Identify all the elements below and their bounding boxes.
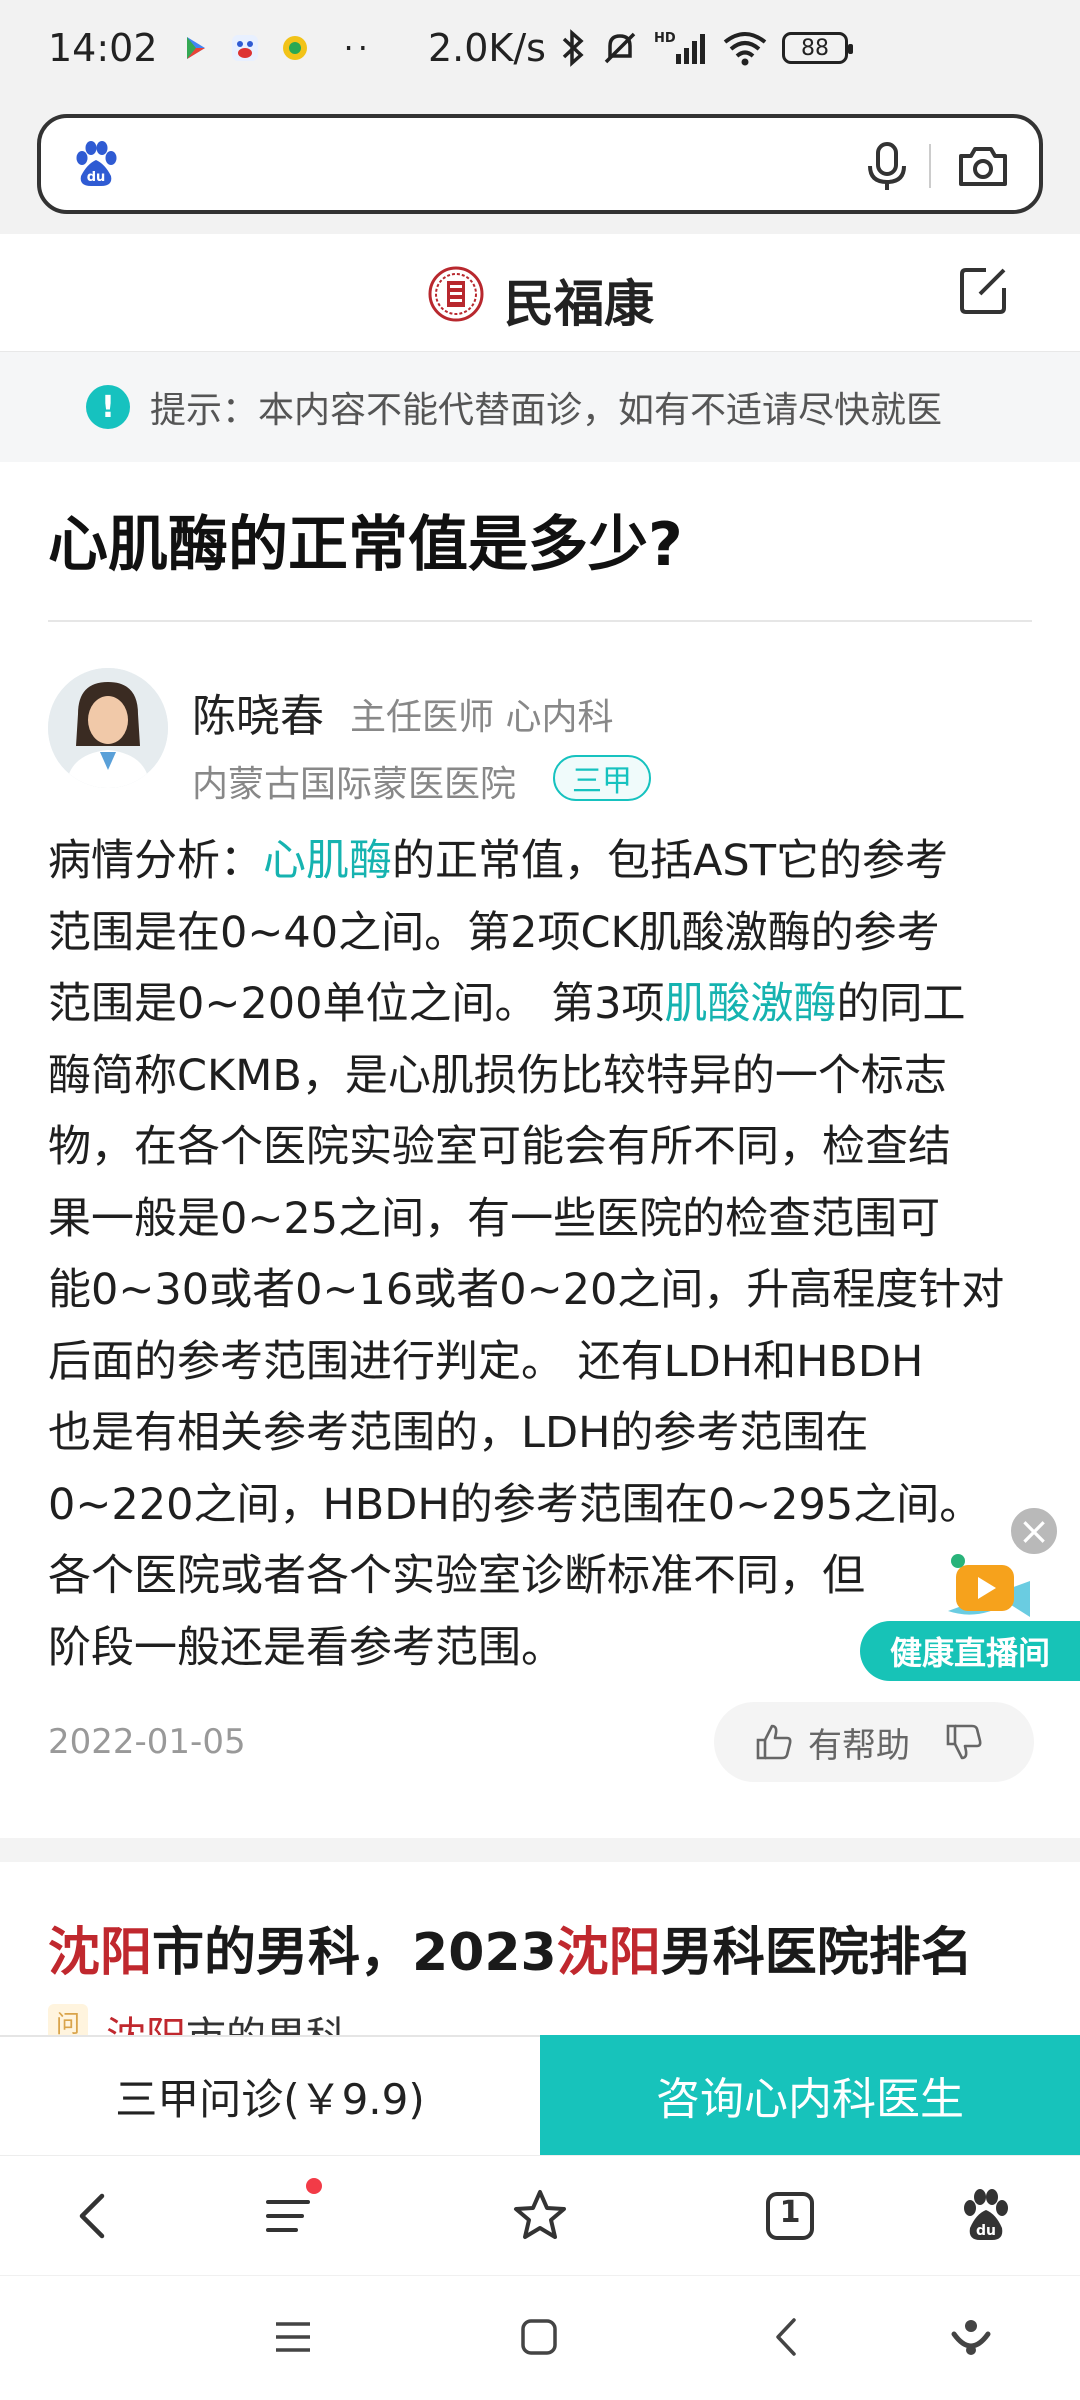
search-bar-area: du (0, 96, 1080, 234)
answer-date: 2022-01-05 (48, 1722, 246, 1762)
lemon-app-icon (282, 36, 307, 60)
keyword-link-heart-enzyme[interactable]: 心肌酶 (263, 836, 392, 886)
medical-notice: ! 提示：本内容不能代替面诊，如有不适请尽快就医 (0, 352, 1080, 462)
net-speed: 2.0K/s (428, 26, 546, 70)
notice-text: 提示：本内容不能代替面诊，如有不适请尽快就医 (150, 390, 943, 431)
site-header: 民福康 (0, 234, 1080, 352)
live-play-icon[interactable] (938, 1551, 1036, 1627)
thumbs-up-icon[interactable] (754, 1722, 794, 1762)
home-icon[interactable] (514, 2312, 564, 2362)
cell-signal-icon: HD (654, 31, 705, 64)
helpful-feedback: 有帮助 (714, 1702, 1034, 1782)
answer-line: 酶简称CKMB，是心肌损伤比较特异的一个标志 (48, 1050, 947, 1101)
edit-icon[interactable] (956, 262, 1012, 318)
doctor-title: 主任医师 心内科 (350, 697, 614, 738)
status-time: 14:02 (48, 26, 158, 70)
answer-line: 也是有相关参考范围的，LDH的参考范围在 (48, 1408, 869, 1458)
svg-text:HD: HD (654, 31, 676, 46)
title-text: 市的男科，2023 (152, 1923, 557, 1983)
assistant-icon[interactable] (946, 2312, 996, 2362)
search-divider (929, 144, 931, 188)
site-name[interactable]: 民福康 (504, 264, 654, 336)
svg-text:du: du (976, 2223, 996, 2239)
health-live-bubble[interactable]: × 健康直播间 (860, 1505, 1080, 1681)
svg-text:du: du (87, 170, 106, 185)
consult-doctor-button[interactable]: 咨询心内科医生 (540, 2035, 1080, 2155)
live-label[interactable]: 健康直播间 (860, 1621, 1080, 1681)
title-divider (48, 620, 1032, 622)
answer-line: 物，在各个医院实验室可能会有所不同，检查结 (48, 1122, 951, 1172)
premium-consult-button[interactable]: 三甲问诊(￥9.9) (0, 2035, 540, 2155)
highlight-keyword: 沈阳 (556, 1923, 661, 1983)
answer-text: 的正常值，包括AST它的参考 (392, 836, 948, 886)
wifi-icon (723, 32, 767, 66)
notification-dot (306, 2178, 322, 2194)
play-store-icon (186, 37, 205, 59)
answer-text: 范围是0~200单位之间。 第3项 (48, 979, 665, 1029)
consult-cta-bar: 三甲问诊(￥9.9) 咨询心内科医生 (0, 2035, 1080, 2155)
site-logo-icon (428, 266, 484, 322)
system-back-icon[interactable] (762, 2312, 812, 2362)
answer-line: 能0~30或者0~16或者0~20之间，升高程度针对 (48, 1265, 1005, 1315)
doctor-hospital: 内蒙古国际蒙医医院 (192, 764, 517, 805)
tab-count: 1 (779, 2195, 801, 2230)
doctor-avatar[interactable] (48, 668, 168, 788)
helpful-label[interactable]: 有帮助 (808, 1718, 910, 1767)
answer-line: 果一般是0~25之间，有一些医院的检查范围可 (48, 1193, 941, 1244)
related-article-title[interactable]: 沈阳市的男科，2023沈阳男科医院排名 (48, 1910, 973, 1985)
doctor-name[interactable]: 陈晓春 (192, 680, 324, 744)
question-title: 心肌酶的正常值是多少? (48, 510, 683, 580)
status-app-icons: ·· (180, 29, 372, 67)
highlight-keyword: 沈阳 (48, 1923, 153, 1983)
answer-line: 范围是0~200单位之间。 第3项肌酸激酶的同工 (48, 969, 1038, 1041)
search-input[interactable]: du (37, 114, 1043, 214)
doctor-photo-icon (48, 668, 168, 788)
answer-line: 后面的参考范围进行判定。 还有LDH和HBDH (48, 1336, 924, 1387)
camera-icon[interactable] (955, 138, 1011, 194)
baidu-app-icon (231, 35, 258, 61)
exclamation-icon: ! (86, 385, 130, 429)
title-text: 男科医院排名 (660, 1923, 973, 1983)
thumbs-down-icon[interactable] (944, 1722, 984, 1762)
mute-bell-icon (604, 32, 636, 64)
microphone-icon[interactable] (859, 138, 915, 194)
tabs-icon[interactable]: 1 (760, 2186, 820, 2246)
status-bar: 14:02 ·· 2.0K/s HD 88 (0, 0, 1080, 96)
baidu-paw-icon[interactable]: du (956, 2186, 1016, 2246)
answer-text: 的同工 (836, 979, 966, 1029)
back-icon[interactable] (64, 2186, 124, 2246)
answer-line: 病情分析：心肌酶的正常值，包括AST它的参考 (48, 826, 1038, 898)
bluetooth-icon (562, 29, 584, 67)
answer-line: 范围是在0~40之间。第2项CK肌酸激酶的参考 (48, 907, 940, 958)
recent-apps-icon[interactable] (268, 2312, 318, 2362)
baidu-logo-icon[interactable]: du (69, 138, 123, 192)
star-icon[interactable] (510, 2186, 570, 2246)
battery-indicator: 88 (781, 32, 853, 64)
status-right: 2.0K/s HD 88 (428, 26, 853, 70)
menu-icon[interactable] (260, 2186, 320, 2246)
browser-toolbar: 1 du (0, 2155, 1080, 2275)
status-more-dots: ·· (343, 29, 372, 67)
section-separator (0, 1838, 1080, 1862)
system-navigation-bar (0, 2275, 1080, 2400)
hospital-grade-badge: 三甲 (553, 755, 651, 801)
close-live-icon[interactable]: × (1008, 1505, 1060, 1557)
answer-text: 病情分析： (48, 836, 263, 886)
keyword-link-creatine-kinase[interactable]: 肌酸激酶 (665, 979, 837, 1029)
